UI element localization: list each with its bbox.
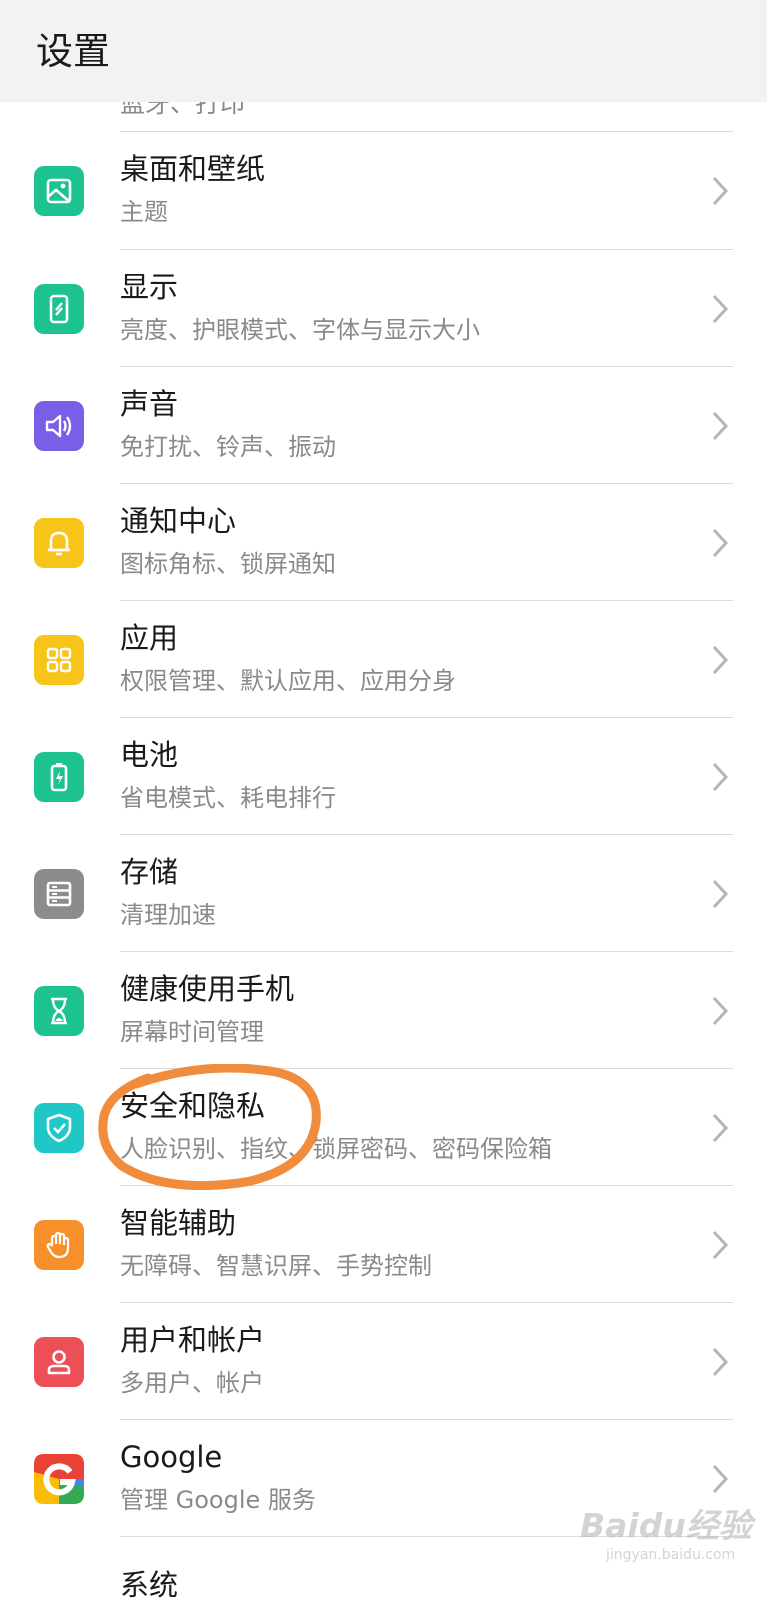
- google-icon: [34, 1454, 84, 1504]
- item-title: Google: [120, 1440, 223, 1474]
- item-subtitle: 主题: [120, 198, 168, 226]
- item-title: 桌面和壁纸: [120, 152, 266, 186]
- user-icon: [34, 1337, 84, 1387]
- item-title: 安全和隐私: [120, 1089, 266, 1123]
- hand-icon: [34, 1220, 84, 1270]
- app-header: 设置: [0, 0, 767, 102]
- item-title: 应用: [120, 621, 179, 655]
- chevron-right-icon: [708, 526, 734, 560]
- item-title: 显示: [120, 270, 179, 304]
- item-subtitle: 清理加速: [120, 901, 216, 929]
- baidu-watermark: Baidu经验 jingyan.baidu.com: [574, 1485, 752, 1575]
- chevron-right-icon: [708, 877, 734, 911]
- item-title: 智能辅助: [120, 1206, 237, 1240]
- settings-item-display[interactable]: 显示 亮度、护眼模式、字体与显示大小: [0, 250, 767, 368]
- chevron-right-icon: [708, 643, 734, 677]
- chevron-right-icon: [708, 1345, 734, 1379]
- item-subtitle: 多用户、帐户: [120, 1369, 264, 1397]
- apps-grid-icon: [34, 635, 84, 685]
- item-subtitle: 亮度、护眼模式、字体与显示大小: [120, 316, 480, 344]
- chevron-right-icon: [708, 760, 734, 794]
- hourglass-icon: [34, 986, 84, 1036]
- page-title: 设置: [36, 30, 110, 73]
- item-title: 存储: [120, 855, 179, 889]
- battery-icon: [34, 752, 84, 802]
- item-subtitle: 管理 Google 服务: [120, 1486, 316, 1514]
- settings-item-storage[interactable]: 存储 清理加速: [0, 835, 767, 953]
- item-subtitle: 图标角标、锁屏通知: [120, 550, 336, 578]
- watermark-text: Baidu经验: [580, 1506, 752, 1545]
- item-title: 用户和帐户: [120, 1323, 266, 1357]
- item-title: 电池: [120, 738, 179, 772]
- chevron-right-icon: [708, 1111, 734, 1145]
- settings-item-sound[interactable]: 声音 免打扰、铃声、振动: [0, 367, 767, 485]
- chevron-right-icon: [708, 174, 734, 208]
- item-title: 通知中心: [120, 504, 237, 538]
- settings-item-smart-assistance[interactable]: 智能辅助 无障碍、智慧识屏、手势控制: [0, 1186, 767, 1304]
- settings-item-security-privacy[interactable]: 安全和隐私 人脸识别、指纹、锁屏密码、密码保险箱: [0, 1069, 767, 1187]
- chevron-right-icon: [708, 409, 734, 443]
- chevron-right-icon: [708, 292, 734, 326]
- settings-item-users-accounts[interactable]: 用户和帐户 多用户、帐户: [0, 1303, 767, 1421]
- chevron-right-icon: [708, 994, 734, 1028]
- image-icon: [34, 166, 84, 216]
- display-icon: [34, 284, 84, 334]
- item-title: 健康使用手机: [120, 972, 295, 1006]
- settings-item-battery[interactable]: 电池 省电模式、耗电排行: [0, 718, 767, 836]
- item-subtitle: 省电模式、耗电排行: [120, 784, 336, 812]
- settings-item-wallpaper[interactable]: 桌面和壁纸 主题: [0, 132, 767, 250]
- settings-item-apps[interactable]: 应用 权限管理、默认应用、应用分身: [0, 601, 767, 719]
- item-title: 声音: [120, 387, 179, 421]
- storage-icon: [34, 869, 84, 919]
- item-subtitle: 无障碍、智慧识屏、手势控制: [120, 1252, 432, 1280]
- speaker-icon: [34, 401, 84, 451]
- item-subtitle: 屏幕时间管理: [120, 1018, 264, 1046]
- item-subtitle: 权限管理、默认应用、应用分身: [120, 667, 456, 695]
- settings-item-notification[interactable]: 通知中心 图标角标、锁屏通知: [0, 484, 767, 602]
- watermark-sub: jingyan.baidu.com: [606, 1547, 736, 1563]
- bell-icon: [34, 518, 84, 568]
- settings-list: 蓝牙、打印 桌面和壁纸 主题 显示 亮度、护眼模式、字体与显示大小 声音 免打扰…: [0, 0, 767, 1602]
- item-subtitle: 人脸识别、指纹、锁屏密码、密码保险箱: [120, 1135, 552, 1163]
- shield-icon: [34, 1103, 84, 1153]
- item-subtitle: 免打扰、铃声、振动: [120, 433, 336, 461]
- settings-item-digital-balance[interactable]: 健康使用手机 屏幕时间管理: [0, 952, 767, 1070]
- chevron-right-icon: [708, 1228, 734, 1262]
- partial-item-title: 系统: [120, 1568, 179, 1602]
